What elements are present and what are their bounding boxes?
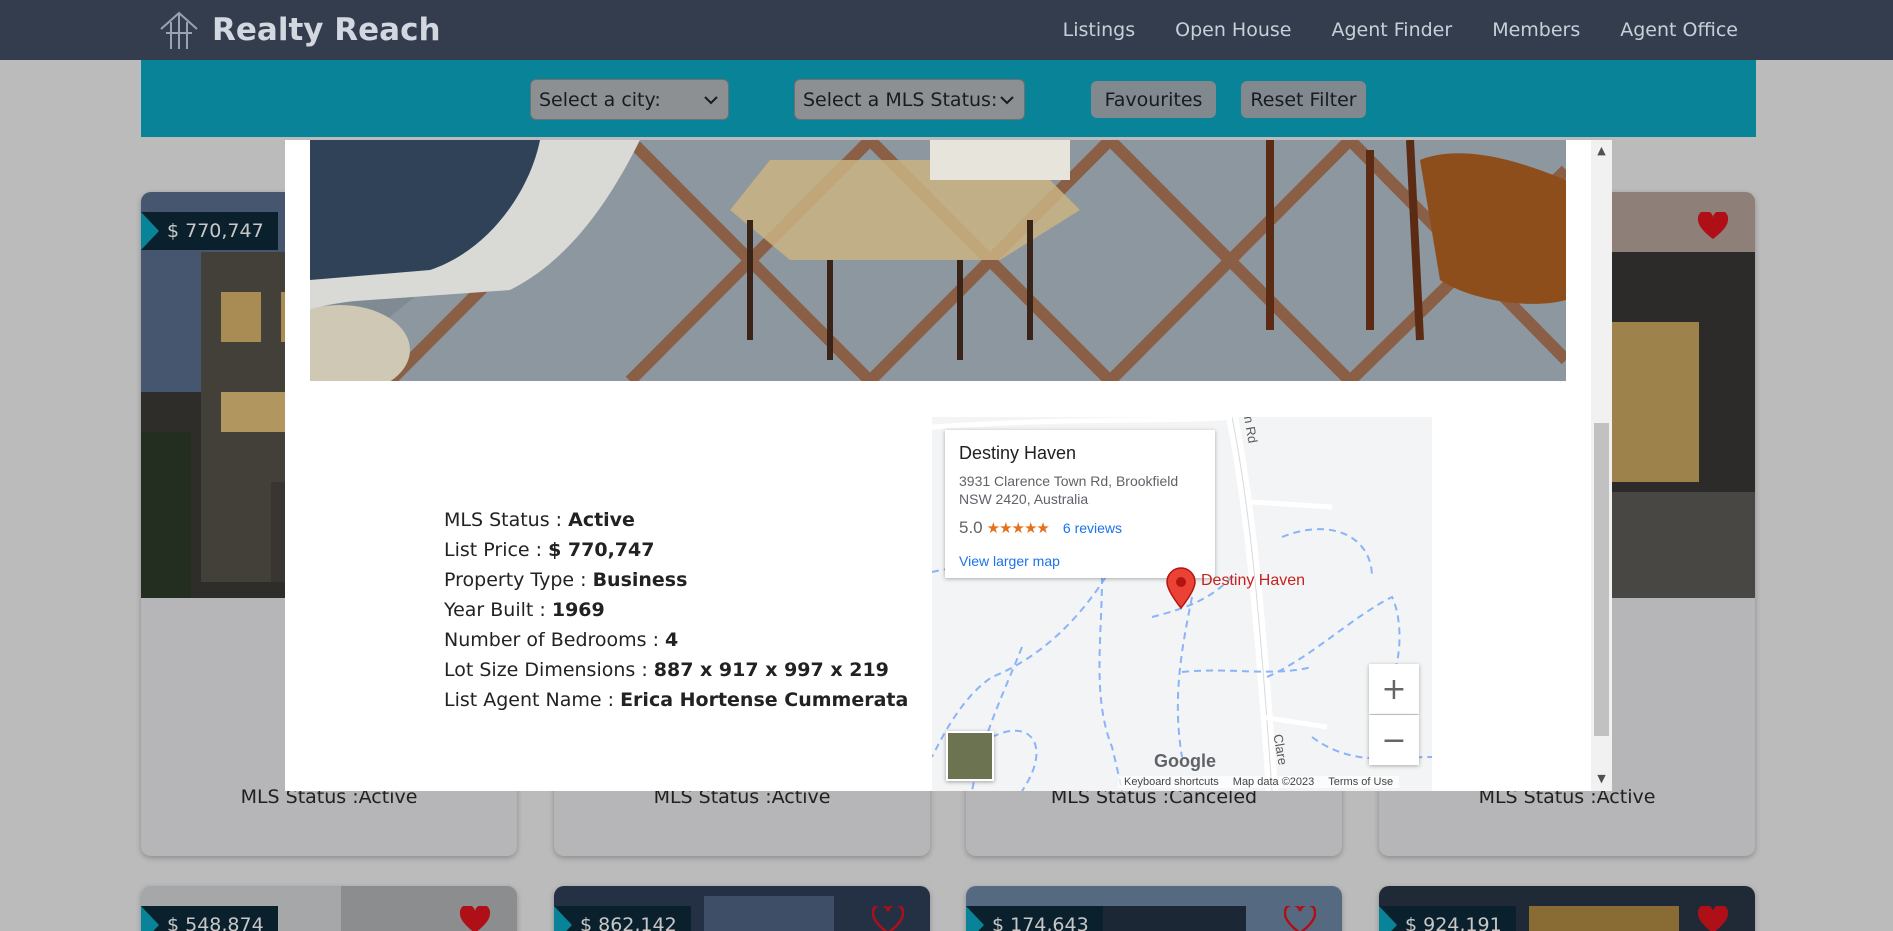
detail-label: Number of Bedrooms : [444,629,666,651]
detail-value: Erica Hortense Cummerata [620,689,909,711]
detail-label: MLS Status : [444,509,569,531]
nav-agent-office[interactable]: Agent Office [1620,19,1738,41]
zoom-out-button[interactable]: − [1369,715,1419,765]
map-data-label: Map data ©2023 [1232,776,1315,788]
detail-value: 4 [665,629,679,651]
house-logo-icon [160,11,198,49]
detail-value: Active [568,509,635,531]
keyboard-shortcuts-link[interactable]: Keyboard shortcuts [1124,776,1219,788]
detail-list-agent: List Agent Name : Erica Hortense Cummera… [444,685,908,715]
detail-year-built: Year Built : 1969 [444,595,908,625]
nav-agent-finder[interactable]: Agent Finder [1331,19,1452,41]
detail-label: Lot Size Dimensions : [444,659,654,681]
pin-label: Destiny Haven [1201,572,1306,589]
place-rating: 5.0 ★★★★★ 6 reviews [959,518,1201,538]
modal-scrollbar[interactable]: ▲ ▼ [1591,140,1612,791]
detail-mls-status: MLS Status : Active [444,505,908,535]
detail-label: List Price : [444,539,549,561]
detail-value: 887 x 917 x 997 x 219 [653,659,889,681]
detail-label: Year Built : [444,599,552,621]
detail-label: Property Type : [444,569,593,591]
nav-listings[interactable]: Listings [1063,19,1136,41]
detail-value: $ 770,747 [548,539,655,561]
reviews-link[interactable]: 6 reviews [1063,520,1122,536]
google-logo-text: Google [1154,751,1216,771]
star-rating-icon: ★★★★★ [986,520,1050,537]
place-address-line2: NSW 2420, Australia [959,491,1089,507]
top-navbar: Realty Reach Listings Open House Agent F… [0,0,1893,60]
map-footer: Keyboard shortcuts Map data ©2023 Terms … [1118,776,1400,788]
place-address-line1: 3931 Clarence Town Rd, Brookfield [959,473,1179,489]
nav-members[interactable]: Members [1492,19,1580,41]
detail-label: List Agent Name : [444,689,621,711]
terms-of-use-link[interactable]: Terms of Use [1328,776,1393,788]
embedded-map[interactable]: n Rd Clare Destiny Haven 3931 Clarence T… [932,417,1432,791]
listing-detail-modal: MLS Status : Active List Price : $ 770,7… [285,140,1612,791]
map-place-card: Destiny Haven 3931 Clarence Town Rd, Bro… [945,430,1215,578]
nav-links: Listings Open House Agent Finder Members… [1063,0,1738,60]
google-logo: Google [1154,751,1216,772]
map-pin-icon[interactable] [1165,567,1197,609]
brand-logo[interactable]: Realty Reach [158,9,441,51]
scroll-thumb[interactable] [1594,423,1609,736]
listing-details: MLS Status : Active List Price : $ 770,7… [444,505,908,715]
nav-open-house[interactable]: Open House [1175,19,1291,41]
brand-name: Realty Reach [212,12,441,48]
detail-value: 1969 [551,599,605,621]
interior-photo [310,140,1566,381]
place-name: Destiny Haven [959,443,1077,463]
rating-value: 5.0 [959,518,983,537]
detail-value: Business [592,569,688,591]
scroll-up-icon[interactable]: ▲ [1596,145,1607,156]
zoom-in-button[interactable]: + [1369,664,1419,714]
detail-lot-size: Lot Size Dimensions : 887 x 917 x 997 x … [444,655,908,685]
satellite-toggle-button[interactable] [946,731,994,781]
scroll-down-icon[interactable]: ▼ [1596,773,1607,784]
detail-property-type: Property Type : Business [444,565,908,595]
detail-bedrooms: Number of Bedrooms : 4 [444,625,908,655]
detail-list-price: List Price : $ 770,747 [444,535,908,565]
